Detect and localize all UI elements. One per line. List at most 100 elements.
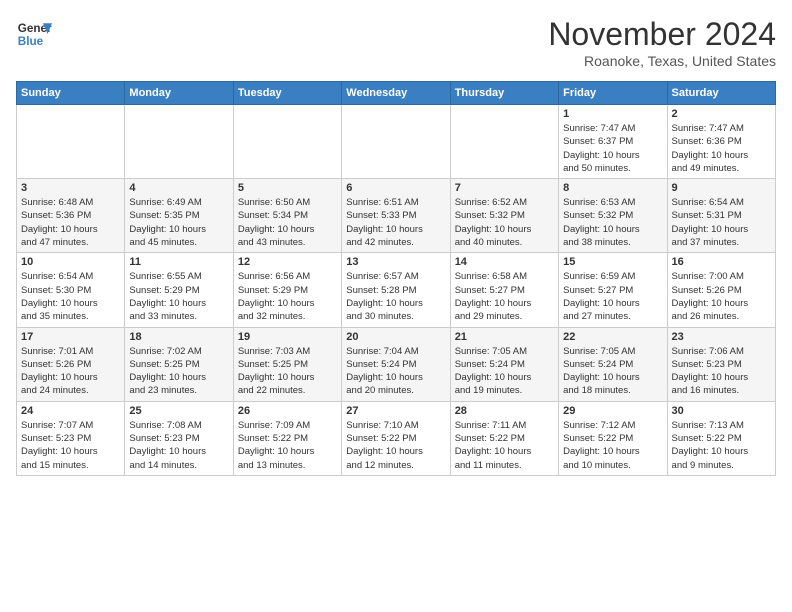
day-number: 26 xyxy=(238,405,337,417)
day-detail: Sunrise: 7:06 AM Sunset: 5:23 PM Dayligh… xyxy=(672,345,771,398)
day-number: 22 xyxy=(563,331,662,343)
calendar-week-row: 24Sunrise: 7:07 AM Sunset: 5:23 PM Dayli… xyxy=(17,401,776,475)
day-detail: Sunrise: 7:02 AM Sunset: 5:25 PM Dayligh… xyxy=(129,345,228,398)
calendar-day-cell: 14 Sunrise: 6:58 AM Sunset: 5:27 PM Dayli… xyxy=(450,253,558,327)
day-number: 1 xyxy=(563,108,662,120)
calendar-day-cell: 20 Sunrise: 7:04 AM Sunset: 5:24 PM Dayli… xyxy=(342,327,450,401)
day-detail: Sunrise: 6:48 AM Sunset: 5:36 PM Dayligh… xyxy=(21,196,120,249)
calendar-day-cell: 5 Sunrise: 6:50 AM Sunset: 5:34 PM Daylig… xyxy=(233,179,341,253)
day-detail: Sunrise: 6:54 AM Sunset: 5:31 PM Dayligh… xyxy=(672,196,771,249)
day-detail: Sunrise: 6:54 AM Sunset: 5:30 PM Dayligh… xyxy=(21,270,120,323)
day-of-week-header: Thursday xyxy=(450,82,558,105)
logo-icon: General Blue xyxy=(16,16,52,52)
day-of-week-header: Wednesday xyxy=(342,82,450,105)
day-detail: Sunrise: 6:52 AM Sunset: 5:32 PM Dayligh… xyxy=(455,196,554,249)
calendar-day-cell xyxy=(233,105,341,179)
day-detail: Sunrise: 6:51 AM Sunset: 5:33 PM Dayligh… xyxy=(346,196,445,249)
day-detail: Sunrise: 7:47 AM Sunset: 6:36 PM Dayligh… xyxy=(672,122,771,175)
calendar-week-row: 1 Sunrise: 7:47 AM Sunset: 6:37 PM Daylig… xyxy=(17,105,776,179)
calendar-day-cell xyxy=(17,105,125,179)
day-number: 28 xyxy=(455,405,554,417)
calendar-week-row: 17 Sunrise: 7:01 AM Sunset: 5:26 PM Dayli… xyxy=(17,327,776,401)
day-number: 3 xyxy=(21,182,120,194)
day-of-week-header: Friday xyxy=(559,82,667,105)
calendar-day-cell: 17 Sunrise: 7:01 AM Sunset: 5:26 PM Dayli… xyxy=(17,327,125,401)
day-number: 15 xyxy=(563,256,662,268)
day-detail: Sunrise: 7:13 AM Sunset: 5:22 PM Dayligh… xyxy=(672,419,771,472)
calendar-day-cell: 26 Sunrise: 7:09 AM Sunset: 5:22 PM Dayli… xyxy=(233,401,341,475)
day-number: 23 xyxy=(672,331,771,343)
calendar-week-row: 3 Sunrise: 6:48 AM Sunset: 5:36 PM Daylig… xyxy=(17,179,776,253)
day-detail: Sunrise: 7:05 AM Sunset: 5:24 PM Dayligh… xyxy=(455,345,554,398)
day-detail: Sunrise: 7:04 AM Sunset: 5:24 PM Dayligh… xyxy=(346,345,445,398)
day-number: 12 xyxy=(238,256,337,268)
title-block: November 2024 Roanoke, Texas, United Sta… xyxy=(548,16,776,69)
day-number: 29 xyxy=(563,405,662,417)
calendar-day-cell: 11 Sunrise: 6:55 AM Sunset: 5:29 PM Dayli… xyxy=(125,253,233,327)
day-detail: Sunrise: 7:07 AM Sunset: 5:23 PM Dayligh… xyxy=(21,419,120,472)
calendar-day-cell: 29 Sunrise: 7:12 AM Sunset: 5:22 PM Dayli… xyxy=(559,401,667,475)
calendar-day-cell: 2 Sunrise: 7:47 AM Sunset: 6:36 PM Daylig… xyxy=(667,105,775,179)
day-number: 18 xyxy=(129,331,228,343)
day-detail: Sunrise: 7:12 AM Sunset: 5:22 PM Dayligh… xyxy=(563,419,662,472)
page-header: General Blue November 2024 Roanoke, Texa… xyxy=(16,16,776,69)
calendar-day-cell: 7 Sunrise: 6:52 AM Sunset: 5:32 PM Daylig… xyxy=(450,179,558,253)
day-number: 30 xyxy=(672,405,771,417)
month-title: November 2024 xyxy=(548,16,776,53)
day-detail: Sunrise: 6:57 AM Sunset: 5:28 PM Dayligh… xyxy=(346,270,445,323)
calendar-day-cell: 15Sunrise: 6:59 AM Sunset: 5:27 PM Dayli… xyxy=(559,253,667,327)
day-number: 7 xyxy=(455,182,554,194)
day-detail: Sunrise: 7:11 AM Sunset: 5:22 PM Dayligh… xyxy=(455,419,554,472)
calendar-table: SundayMondayTuesdayWednesdayThursdayFrid… xyxy=(16,81,776,476)
calendar-day-cell: 19 Sunrise: 7:03 AM Sunset: 5:25 PM Dayli… xyxy=(233,327,341,401)
calendar-day-cell: 12 Sunrise: 6:56 AM Sunset: 5:29 PM Dayli… xyxy=(233,253,341,327)
day-number: 25 xyxy=(129,405,228,417)
calendar-day-cell: 6 Sunrise: 6:51 AM Sunset: 5:33 PM Daylig… xyxy=(342,179,450,253)
calendar-day-cell: 3 Sunrise: 6:48 AM Sunset: 5:36 PM Daylig… xyxy=(17,179,125,253)
day-number: 11 xyxy=(129,256,228,268)
day-detail: Sunrise: 6:58 AM Sunset: 5:27 PM Dayligh… xyxy=(455,270,554,323)
day-detail: Sunrise: 6:56 AM Sunset: 5:29 PM Dayligh… xyxy=(238,270,337,323)
calendar-day-cell: 4Sunrise: 6:49 AM Sunset: 5:35 PM Daylig… xyxy=(125,179,233,253)
calendar-day-cell: 21Sunrise: 7:05 AM Sunset: 5:24 PM Dayli… xyxy=(450,327,558,401)
day-number: 20 xyxy=(346,331,445,343)
calendar-week-row: 10 Sunrise: 6:54 AM Sunset: 5:30 PM Dayli… xyxy=(17,253,776,327)
day-number: 16 xyxy=(672,256,771,268)
calendar-day-cell: 24Sunrise: 7:07 AM Sunset: 5:23 PM Dayli… xyxy=(17,401,125,475)
day-detail: Sunrise: 7:09 AM Sunset: 5:22 PM Dayligh… xyxy=(238,419,337,472)
calendar-day-cell: 27Sunrise: 7:10 AM Sunset: 5:22 PM Dayli… xyxy=(342,401,450,475)
location: Roanoke, Texas, United States xyxy=(548,53,776,69)
day-detail: Sunrise: 6:55 AM Sunset: 5:29 PM Dayligh… xyxy=(129,270,228,323)
day-detail: Sunrise: 7:47 AM Sunset: 6:37 PM Dayligh… xyxy=(563,122,662,175)
calendar-day-cell xyxy=(125,105,233,179)
calendar-day-cell: 8Sunrise: 6:53 AM Sunset: 5:32 PM Daylig… xyxy=(559,179,667,253)
day-detail: Sunrise: 7:01 AM Sunset: 5:26 PM Dayligh… xyxy=(21,345,120,398)
day-detail: Sunrise: 7:05 AM Sunset: 5:24 PM Dayligh… xyxy=(563,345,662,398)
day-number: 6 xyxy=(346,182,445,194)
calendar-day-cell: 22 Sunrise: 7:05 AM Sunset: 5:24 PM Dayli… xyxy=(559,327,667,401)
svg-text:Blue: Blue xyxy=(18,35,44,48)
day-of-week-header: Tuesday xyxy=(233,82,341,105)
calendar-day-cell xyxy=(342,105,450,179)
day-number: 10 xyxy=(21,256,120,268)
day-detail: Sunrise: 6:50 AM Sunset: 5:34 PM Dayligh… xyxy=(238,196,337,249)
calendar-day-cell: 13Sunrise: 6:57 AM Sunset: 5:28 PM Dayli… xyxy=(342,253,450,327)
calendar-day-cell: 18 Sunrise: 7:02 AM Sunset: 5:25 PM Dayli… xyxy=(125,327,233,401)
day-number: 9 xyxy=(672,182,771,194)
calendar-day-cell: 9 Sunrise: 6:54 AM Sunset: 5:31 PM Daylig… xyxy=(667,179,775,253)
calendar-day-cell: 10 Sunrise: 6:54 AM Sunset: 5:30 PM Dayli… xyxy=(17,253,125,327)
day-of-week-header: Monday xyxy=(125,82,233,105)
day-detail: Sunrise: 7:03 AM Sunset: 5:25 PM Dayligh… xyxy=(238,345,337,398)
day-detail: Sunrise: 7:00 AM Sunset: 5:26 PM Dayligh… xyxy=(672,270,771,323)
day-number: 5 xyxy=(238,182,337,194)
calendar-day-cell: 30 Sunrise: 7:13 AM Sunset: 5:22 PM Dayli… xyxy=(667,401,775,475)
day-number: 4 xyxy=(129,182,228,194)
day-number: 14 xyxy=(455,256,554,268)
day-number: 8 xyxy=(563,182,662,194)
day-number: 17 xyxy=(21,331,120,343)
calendar-header-row: SundayMondayTuesdayWednesdayThursdayFrid… xyxy=(17,82,776,105)
day-number: 19 xyxy=(238,331,337,343)
calendar-day-cell xyxy=(450,105,558,179)
day-number: 2 xyxy=(672,108,771,120)
calendar-day-cell: 23 Sunrise: 7:06 AM Sunset: 5:23 PM Dayli… xyxy=(667,327,775,401)
